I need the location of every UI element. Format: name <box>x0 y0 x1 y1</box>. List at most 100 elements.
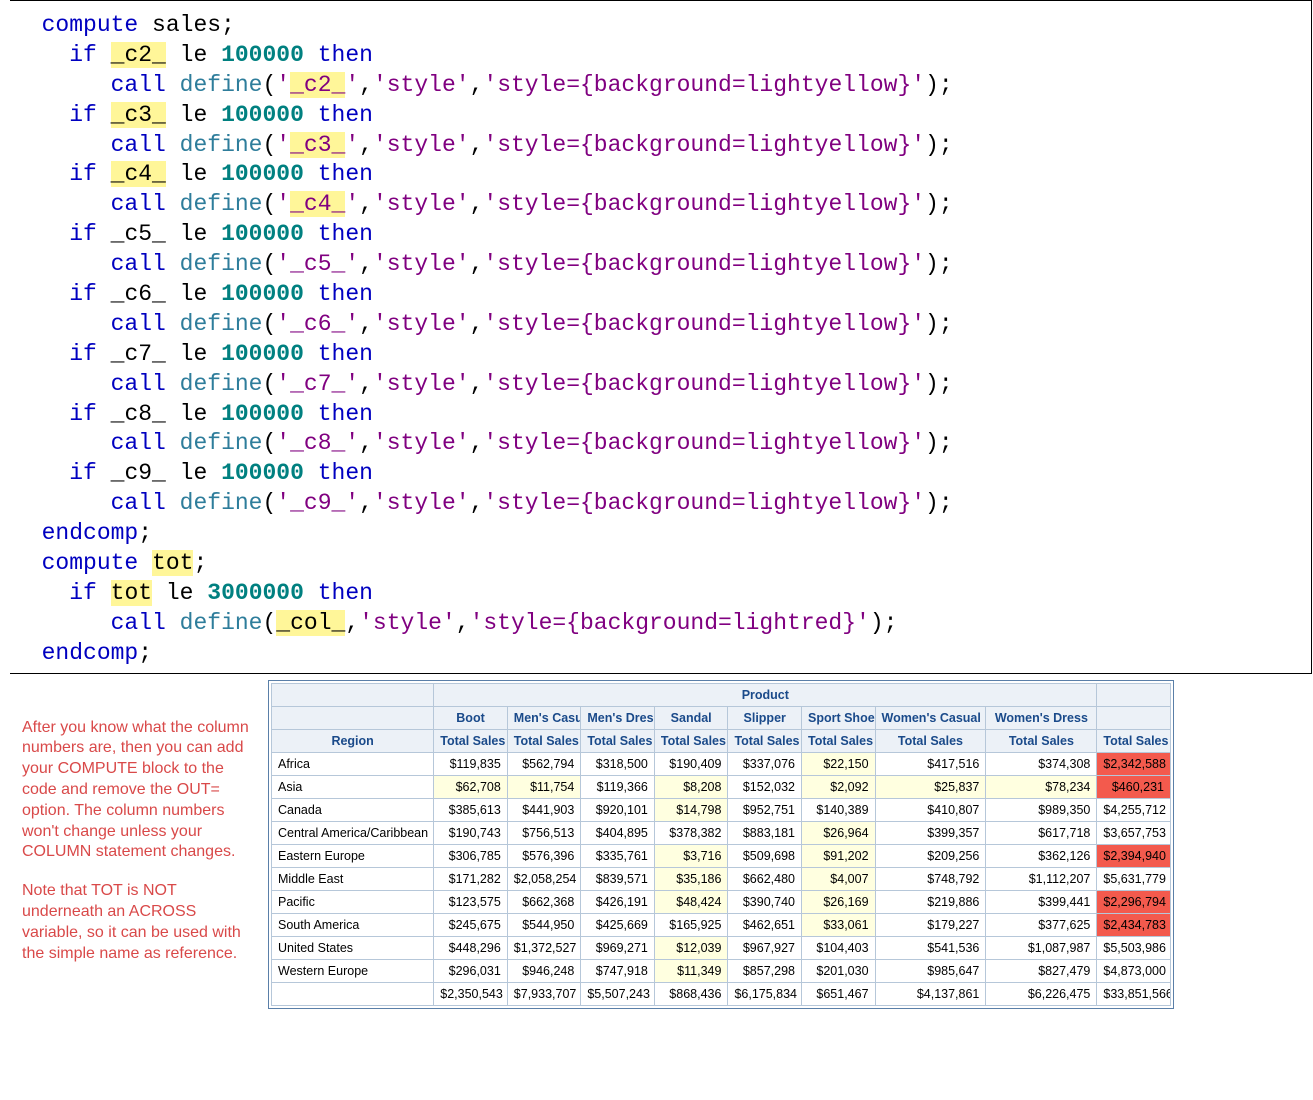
table-row: Pacific$123,575$662,368$426,191$48,424$3… <box>272 890 1171 913</box>
table-row: Canada$385,613$441,903$920,101$14,798$95… <box>272 798 1171 821</box>
region-cell: Eastern Europe <box>272 844 434 867</box>
value-cell: $25,837 <box>875 775 986 798</box>
total-sales-header: Total Sales <box>507 729 581 752</box>
value-cell: $3,716 <box>654 844 728 867</box>
total-cell: $2,394,940 <box>1097 844 1171 867</box>
summary-cell: $4,137,861 <box>875 982 986 1005</box>
value-cell: $91,202 <box>801 844 875 867</box>
product-header: Women's Dress <box>986 706 1097 729</box>
region-cell: Canada <box>272 798 434 821</box>
table-row: Central America/Caribbean$190,743$756,51… <box>272 821 1171 844</box>
total-sales-header: Total Sales <box>875 729 986 752</box>
value-cell: $399,441 <box>986 890 1097 913</box>
region-cell: Central America/Caribbean <box>272 821 434 844</box>
value-cell: $190,409 <box>654 752 728 775</box>
total-cell: $2,296,794 <box>1097 890 1171 913</box>
value-cell: $2,058,254 <box>507 867 581 890</box>
value-cell: $747,918 <box>581 959 655 982</box>
product-spanner: Product <box>434 683 1097 706</box>
value-cell: $374,308 <box>986 752 1097 775</box>
value-cell: $119,366 <box>581 775 655 798</box>
value-cell: $4,007 <box>801 867 875 890</box>
value-cell: $989,350 <box>986 798 1097 821</box>
value-cell: $8,208 <box>654 775 728 798</box>
value-cell: $201,030 <box>801 959 875 982</box>
value-cell: $362,126 <box>986 844 1097 867</box>
value-cell: $337,076 <box>728 752 802 775</box>
value-cell: $78,234 <box>986 775 1097 798</box>
value-cell: $22,150 <box>801 752 875 775</box>
value-cell: $123,575 <box>434 890 508 913</box>
value-cell: $390,740 <box>728 890 802 913</box>
summary-row: $2,350,543$7,933,707$5,507,243$868,436$6… <box>272 982 1171 1005</box>
region-cell: Pacific <box>272 890 434 913</box>
value-cell: $985,647 <box>875 959 986 982</box>
value-cell: $417,516 <box>875 752 986 775</box>
value-cell: $756,513 <box>507 821 581 844</box>
value-cell: $544,950 <box>507 913 581 936</box>
value-cell: $576,396 <box>507 844 581 867</box>
summary-cell: $7,933,707 <box>507 982 581 1005</box>
table-row: United States$448,296$1,372,527$969,271$… <box>272 936 1171 959</box>
value-cell: $378,382 <box>654 821 728 844</box>
value-cell: $296,031 <box>434 959 508 982</box>
value-cell: $969,271 <box>581 936 655 959</box>
total-sales-header: Total Sales <box>801 729 875 752</box>
value-cell: $839,571 <box>581 867 655 890</box>
region-cell: Western Europe <box>272 959 434 982</box>
table-row: Asia$62,708$11,754$119,366$8,208$152,032… <box>272 775 1171 798</box>
value-cell: $1,112,207 <box>986 867 1097 890</box>
region-cell: South America <box>272 913 434 936</box>
report-table: ProductBootMen's CasualMen's DressSandal… <box>271 683 1171 1006</box>
total-sales-header: Total Sales <box>1097 729 1171 752</box>
total-sales-header: Total Sales <box>728 729 802 752</box>
value-cell: $441,903 <box>507 798 581 821</box>
value-cell: $617,718 <box>986 821 1097 844</box>
product-header: Slipper <box>728 706 802 729</box>
value-cell: $171,282 <box>434 867 508 890</box>
value-cell: $119,835 <box>434 752 508 775</box>
summary-cell: $868,436 <box>654 982 728 1005</box>
corner-cell <box>1097 706 1171 729</box>
total-cell: $3,657,753 <box>1097 821 1171 844</box>
summary-cell: $651,467 <box>801 982 875 1005</box>
value-cell: $33,061 <box>801 913 875 936</box>
value-cell: $541,536 <box>875 936 986 959</box>
total-cell: $460,231 <box>1097 775 1171 798</box>
total-cell: $5,631,779 <box>1097 867 1171 890</box>
product-header: Sport Shoe <box>801 706 875 729</box>
total-sales-header: Total Sales <box>434 729 508 752</box>
total-sales-header: Total Sales <box>581 729 655 752</box>
value-cell: $152,032 <box>728 775 802 798</box>
value-cell: $1,087,987 <box>986 936 1097 959</box>
value-cell: $1,372,527 <box>507 936 581 959</box>
value-cell: $662,368 <box>507 890 581 913</box>
code-block: compute sales; if _c2_ le 100000 then ca… <box>10 0 1312 674</box>
value-cell: $562,794 <box>507 752 581 775</box>
value-cell: $410,807 <box>875 798 986 821</box>
value-cell: $190,743 <box>434 821 508 844</box>
total-cell: $2,434,783 <box>1097 913 1171 936</box>
value-cell: $140,389 <box>801 798 875 821</box>
value-cell: $377,625 <box>986 913 1097 936</box>
total-sales-header: Total Sales <box>986 729 1097 752</box>
value-cell: $306,785 <box>434 844 508 867</box>
value-cell: $748,792 <box>875 867 986 890</box>
value-cell: $165,925 <box>654 913 728 936</box>
value-cell: $318,500 <box>581 752 655 775</box>
total-cell: $2,342,588 <box>1097 752 1171 775</box>
value-cell: $26,169 <box>801 890 875 913</box>
value-cell: $462,651 <box>728 913 802 936</box>
region-cell: Africa <box>272 752 434 775</box>
sidenote-p1: After you know what the column numbers a… <box>22 718 258 864</box>
product-header: Boot <box>434 706 508 729</box>
value-cell: $883,181 <box>728 821 802 844</box>
bottom-row: After you know what the column numbers a… <box>0 680 1313 1009</box>
total-sales-header: Total Sales <box>654 729 728 752</box>
value-cell: $399,357 <box>875 821 986 844</box>
value-cell: $219,886 <box>875 890 986 913</box>
value-cell: $946,248 <box>507 959 581 982</box>
value-cell: $245,675 <box>434 913 508 936</box>
region-cell: Asia <box>272 775 434 798</box>
sidenote: After you know what the column numbers a… <box>22 680 258 983</box>
